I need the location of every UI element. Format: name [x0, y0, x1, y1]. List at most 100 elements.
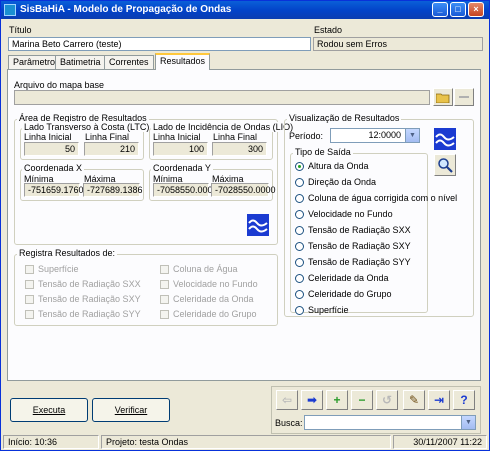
- minus-icon: −: [358, 393, 366, 407]
- minimize-button[interactable]: _: [432, 2, 448, 17]
- dash-icon: [459, 96, 469, 98]
- tab-resultados[interactable]: Resultados: [155, 53, 211, 70]
- radio-celeridade-onda[interactable]: [295, 274, 304, 283]
- title-input[interactable]: Marina Beto Carrero (teste): [8, 37, 311, 51]
- help-button[interactable]: ?: [453, 390, 475, 410]
- chk-celeridade-onda[interactable]: [160, 295, 169, 304]
- radio-velocidade-fundo[interactable]: [295, 210, 304, 219]
- zoom-button[interactable]: [434, 154, 456, 176]
- coord-x-title: Coordenada X: [22, 163, 85, 173]
- arrow-left-icon: ⇦: [281, 393, 293, 407]
- arrow-right-icon: ➡: [306, 393, 318, 407]
- exit-button[interactable]: ⇥: [428, 390, 450, 410]
- radio-velocidade-fundo-label: Velocidade no Fundo: [308, 209, 393, 219]
- help-icon: ?: [460, 393, 468, 407]
- radio-sxy-label: Tensão de Radiação SXY: [308, 241, 411, 251]
- pencil-icon: ✎: [408, 393, 420, 407]
- app-icon: [4, 4, 16, 16]
- nav-back-button[interactable]: ⇦: [276, 390, 298, 410]
- chk-sxx-label: Tensão de Radiação SXX: [38, 279, 141, 289]
- radio-direcao-onda-label: Direção da Onda: [308, 177, 377, 187]
- open-folder-button[interactable]: [433, 88, 453, 106]
- radio-coluna-agua-label: Coluna de água corrigida com o nível: [308, 193, 458, 203]
- radio-coluna-agua[interactable]: [295, 194, 304, 203]
- state-label: Estado: [314, 25, 343, 35]
- map-label: Arquivo do mapa base: [14, 80, 105, 90]
- close-button[interactable]: ×: [468, 2, 484, 17]
- lio-end-label: Linha Final: [213, 132, 258, 142]
- radio-direcao-onda[interactable]: [295, 178, 304, 187]
- main-window: SisBaHiA - Modelo de Propagação de Ondas…: [0, 0, 490, 451]
- door-exit-icon: ⇥: [433, 393, 445, 407]
- area-wave-button[interactable]: [247, 214, 269, 236]
- visual-title: Visualização de Resultados: [287, 113, 402, 123]
- search-select[interactable]: ▼: [304, 415, 476, 430]
- ltc-end-value[interactable]: 210: [84, 142, 139, 156]
- radio-syy[interactable]: [295, 258, 304, 267]
- chk-superficie-label: Superfície: [38, 264, 79, 274]
- chk-syy-label: Tensão de Radiação SYY: [38, 309, 141, 319]
- chevron-down-icon: ▼: [405, 129, 419, 142]
- add-record-button[interactable]: +: [326, 390, 348, 410]
- lio-start-value[interactable]: 100: [153, 142, 208, 156]
- lio-end-value[interactable]: 300: [212, 142, 267, 156]
- chk-syy[interactable]: [25, 310, 34, 319]
- title-label: Título: [9, 25, 32, 35]
- radio-sxx-label: Tensão de Radiação SXX: [308, 225, 411, 235]
- status-start-time: Início: 10:36: [3, 435, 99, 449]
- chk-superficie[interactable]: [25, 265, 34, 274]
- edit-button[interactable]: ✎: [403, 390, 425, 410]
- radio-sxy[interactable]: [295, 242, 304, 251]
- status-project: Projeto: testa Ondas: [101, 435, 391, 449]
- navigation-toolbar: ⇦ ➡ + − ↺ ✎ ⇥ ? Busca: ▼: [271, 386, 481, 434]
- window-title: SisBaHiA - Modelo de Propagação de Ondas: [20, 4, 232, 15]
- period-label: Período:: [289, 131, 324, 141]
- radio-sxx[interactable]: [295, 226, 304, 235]
- radio-celeridade-grupo-label: Celeridade do Grupo: [308, 289, 392, 299]
- chk-coluna-agua[interactable]: [160, 265, 169, 274]
- wave-icon: [434, 128, 456, 150]
- ltc-start-value[interactable]: 50: [24, 142, 79, 156]
- maximize-button[interactable]: □: [450, 2, 466, 17]
- tab-batimetria[interactable]: Batimetria: [55, 55, 106, 69]
- map-file-field: [14, 90, 430, 105]
- chk-velocidade-fundo-label: Velocidade no Fundo: [173, 279, 258, 289]
- chevron-down-icon: ▼: [461, 416, 475, 429]
- radio-altura-onda[interactable]: [295, 162, 304, 171]
- coord-y-min-value: -7058550.0000: [153, 183, 218, 197]
- chk-sxx[interactable]: [25, 280, 34, 289]
- magnifier-icon: [438, 158, 453, 173]
- remove-record-button[interactable]: −: [351, 390, 373, 410]
- folder-icon: [436, 93, 450, 103]
- wave-icon: [247, 214, 269, 236]
- register-title: Registra Resultados de:: [17, 248, 118, 258]
- ltc-end-label: Linha Final: [85, 132, 130, 142]
- radio-celeridade-grupo[interactable]: [295, 290, 304, 299]
- chk-celeridade-grupo[interactable]: [160, 310, 169, 319]
- nav-forward-button[interactable]: ➡: [301, 390, 323, 410]
- period-select[interactable]: 12:0000 ▼: [330, 128, 420, 143]
- status-datetime: 30/11/2007 11:22: [393, 435, 487, 449]
- radio-superficie[interactable]: [295, 306, 304, 315]
- search-label: Busca:: [275, 418, 303, 428]
- execute-button[interactable]: Executa: [10, 398, 88, 422]
- execute-button-label: Executa: [32, 405, 66, 415]
- title-bar: SisBaHiA - Modelo de Propagação de Ondas…: [1, 1, 489, 19]
- radio-celeridade-onda-label: Celeridade da Onda: [308, 273, 389, 283]
- radio-altura-onda-label: Altura da Onda: [308, 161, 369, 171]
- tab-correntes[interactable]: Correntes: [104, 55, 154, 69]
- chk-sxy[interactable]: [25, 295, 34, 304]
- radio-syy-label: Tensão de Radiação SYY: [308, 257, 411, 267]
- verify-button[interactable]: Verificar: [92, 398, 170, 422]
- clear-map-button[interactable]: [454, 88, 474, 106]
- visual-wave-button[interactable]: [434, 128, 456, 150]
- undo-button[interactable]: ↺: [376, 390, 398, 410]
- plus-icon: +: [333, 393, 341, 407]
- chk-coluna-agua-label: Coluna de Água: [173, 264, 238, 274]
- ltc-title: Lado Transverso à Costa (LTC): [22, 122, 152, 132]
- chk-velocidade-fundo[interactable]: [160, 280, 169, 289]
- radio-superficie-label: Superfície: [308, 305, 349, 315]
- coord-x-min-value: -751659.1760: [24, 183, 84, 197]
- chk-celeridade-onda-label: Celeridade da Onda: [173, 294, 254, 304]
- ltc-start-label: Linha Inicial: [24, 132, 72, 142]
